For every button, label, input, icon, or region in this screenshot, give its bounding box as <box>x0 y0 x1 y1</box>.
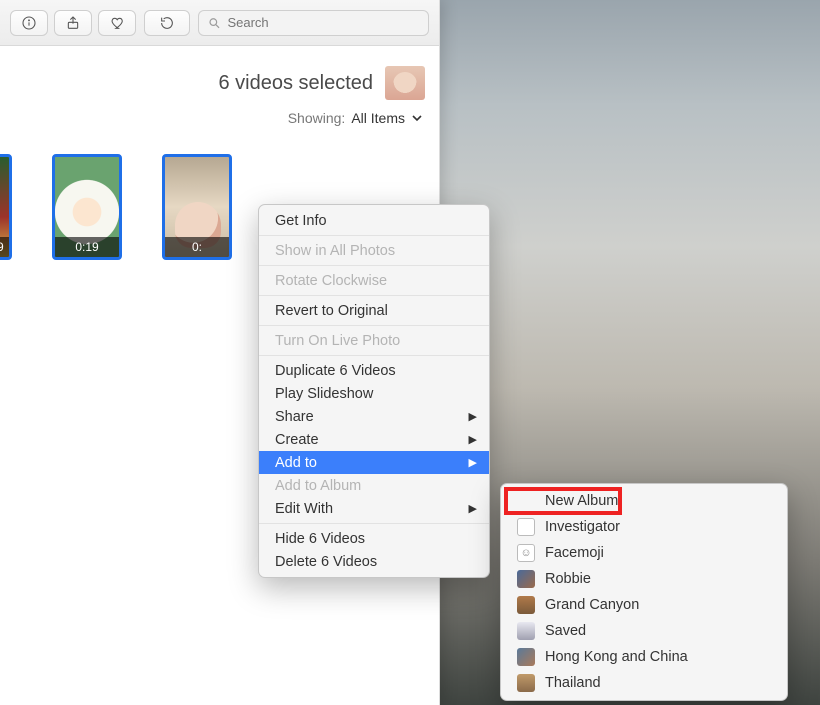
menu-separator <box>259 235 489 236</box>
album-icon <box>517 648 535 666</box>
menu-item-add-to[interactable]: Add to▶ <box>259 451 489 474</box>
showing-filter[interactable]: Showing: All Items <box>0 106 439 134</box>
favorite-button[interactable] <box>98 10 136 36</box>
info-icon <box>21 15 37 31</box>
video-thumbnail[interactable]: 09 <box>0 154 12 260</box>
video-duration: 0:19 <box>55 237 119 257</box>
menu-item-get-info[interactable]: Get Info <box>259 209 489 232</box>
context-menu: Get Info Show in All Photos Rotate Clock… <box>258 204 490 578</box>
submenu-item-new-album[interactable]: New Album <box>501 488 787 514</box>
menu-separator <box>259 295 489 296</box>
selection-header: 6 videos selected <box>0 46 439 106</box>
selection-count: 6 videos selected <box>218 72 373 95</box>
info-button[interactable] <box>10 10 48 36</box>
submenu-item-album[interactable]: Robbie <box>501 566 787 592</box>
toolbar <box>0 0 439 46</box>
submenu-item-album[interactable]: Hong Kong and China <box>501 644 787 670</box>
menu-separator <box>259 325 489 326</box>
video-thumbnail[interactable]: 0:19 <box>52 154 122 260</box>
submenu-item-album[interactable]: Saved <box>501 618 787 644</box>
album-icon <box>517 544 535 562</box>
video-thumbnail[interactable]: 0: <box>162 154 232 260</box>
album-icon <box>517 622 535 640</box>
menu-item-hide[interactable]: Hide 6 Videos <box>259 527 489 550</box>
album-icon <box>517 596 535 614</box>
submenu-item-album[interactable]: Investigator <box>501 514 787 540</box>
menu-item-revert-to-original[interactable]: Revert to Original <box>259 299 489 322</box>
menu-item-delete[interactable]: Delete 6 Videos <box>259 550 489 573</box>
chevron-down-icon <box>409 110 425 126</box>
album-icon <box>517 570 535 588</box>
album-icon <box>517 674 535 692</box>
menu-item-turn-on-live-photo: Turn On Live Photo <box>259 329 489 352</box>
selection-preview-thumb <box>385 66 425 100</box>
submenu-arrow-icon: ▶ <box>469 456 477 469</box>
video-duration: 09 <box>0 237 9 257</box>
share-button[interactable] <box>54 10 92 36</box>
submenu-arrow-icon: ▶ <box>469 433 477 446</box>
menu-item-add-to-album: Add to Album <box>259 474 489 497</box>
video-duration: 0: <box>165 237 229 257</box>
menu-item-show-in-all-photos: Show in All Photos <box>259 239 489 262</box>
share-icon <box>65 15 81 31</box>
menu-item-rotate-clockwise: Rotate Clockwise <box>259 269 489 292</box>
submenu-item-album[interactable]: Facemoji <box>501 540 787 566</box>
menu-item-play-slideshow[interactable]: Play Slideshow <box>259 382 489 405</box>
menu-item-edit-with[interactable]: Edit With▶ <box>259 497 489 520</box>
menu-separator <box>259 523 489 524</box>
add-to-submenu: New Album Investigator Facemoji Robbie G… <box>500 483 788 701</box>
menu-item-share[interactable]: Share▶ <box>259 405 489 428</box>
heart-icon <box>109 15 125 31</box>
submenu-item-album[interactable]: Grand Canyon <box>501 592 787 618</box>
search-field[interactable] <box>198 10 429 36</box>
showing-label: Showing: <box>288 110 346 126</box>
menu-item-create[interactable]: Create▶ <box>259 428 489 451</box>
album-icon <box>517 518 535 536</box>
search-icon <box>207 15 221 31</box>
submenu-arrow-icon: ▶ <box>469 410 477 423</box>
menu-separator <box>259 355 489 356</box>
submenu-item-album[interactable]: Thailand <box>501 670 787 696</box>
menu-separator <box>259 265 489 266</box>
menu-item-duplicate[interactable]: Duplicate 6 Videos <box>259 359 489 382</box>
rotate-icon <box>159 15 175 31</box>
submenu-arrow-icon: ▶ <box>469 502 477 515</box>
search-input[interactable] <box>227 15 420 30</box>
showing-value[interactable]: All Items <box>351 110 425 126</box>
rotate-button[interactable] <box>144 10 190 36</box>
